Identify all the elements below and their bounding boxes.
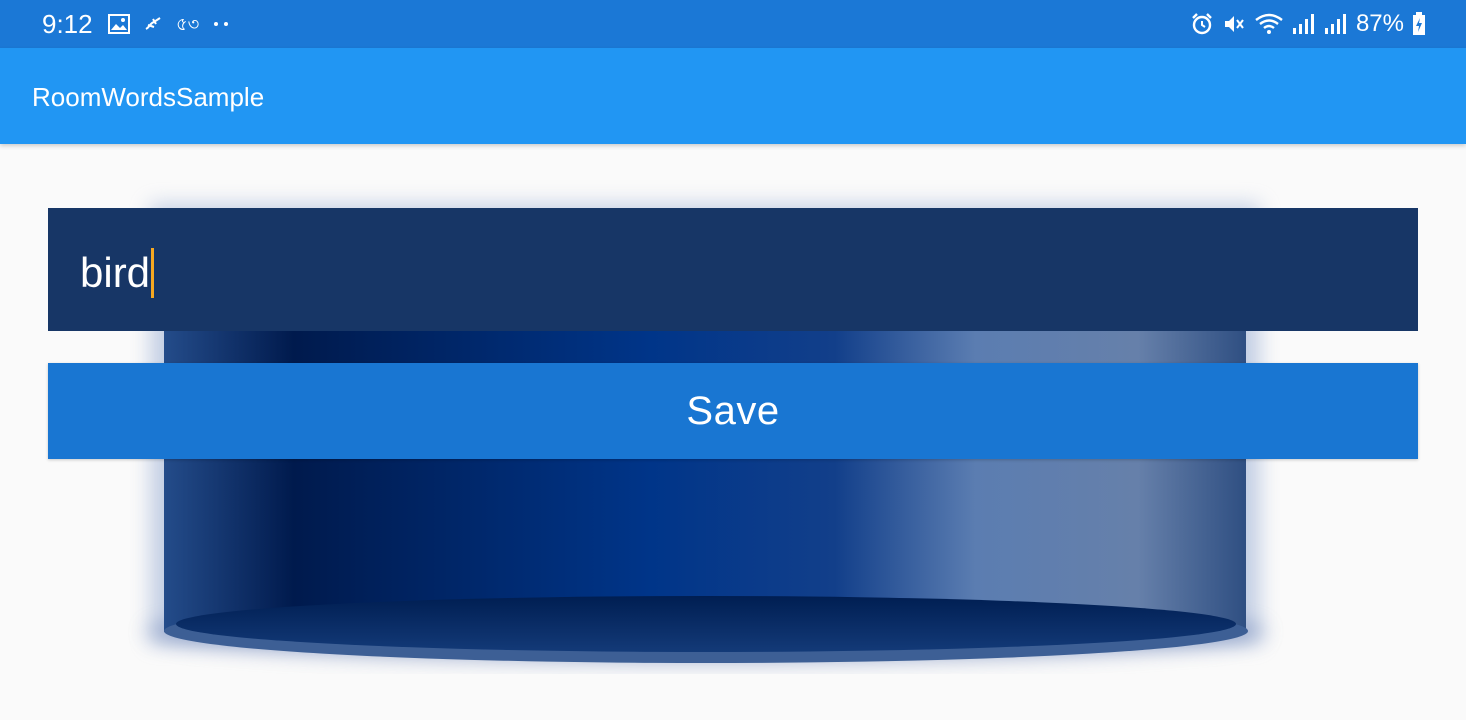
bengali-glyph-icon: ৫৩ bbox=[176, 14, 200, 34]
text-cursor bbox=[151, 248, 154, 298]
image-icon bbox=[108, 14, 130, 34]
status-left-icons: ৫৩ bbox=[108, 12, 229, 36]
save-button[interactable]: Save bbox=[48, 363, 1418, 459]
word-input[interactable]: bird bbox=[48, 208, 1418, 331]
status-time: 9:12 bbox=[42, 9, 93, 39]
battery-charging-icon bbox=[1413, 12, 1425, 35]
app-title: RoomWordsSample bbox=[32, 82, 265, 112]
battery-percent: 87% bbox=[1355, 10, 1404, 37]
save-button-label: Save bbox=[686, 389, 780, 433]
signal-icon bbox=[1324, 14, 1346, 34]
status-bar: 9:12 ৫৩ 87% bbox=[0, 0, 1466, 48]
word-input-value: bird bbox=[80, 249, 151, 296]
mute-icon bbox=[1224, 16, 1244, 32]
alarm-icon bbox=[1192, 13, 1212, 35]
more-dots-icon bbox=[214, 22, 229, 26]
notification-icon bbox=[145, 17, 161, 30]
status-right-icons: 87% bbox=[1190, 10, 1426, 38]
signal-icon bbox=[1292, 14, 1314, 34]
app-bar: RoomWordsSample bbox=[0, 48, 1466, 144]
wifi-icon bbox=[1255, 13, 1283, 34]
